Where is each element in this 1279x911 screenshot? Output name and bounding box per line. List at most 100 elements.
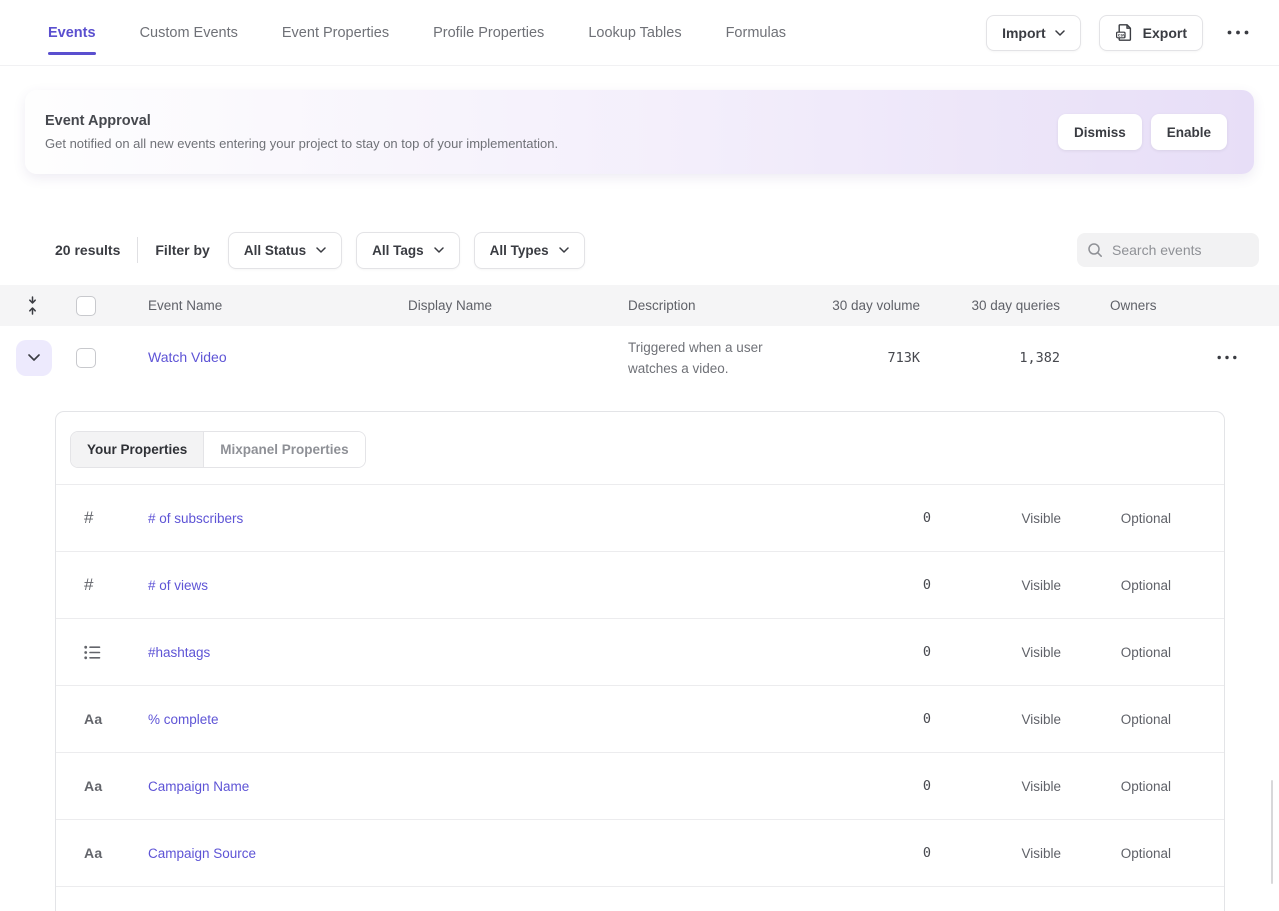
- collapse-row-button[interactable]: [16, 340, 52, 376]
- tab-custom-events-label: Custom Events: [140, 25, 238, 41]
- properties-tabbar: Your Properties Mixpanel Properties: [56, 412, 1224, 485]
- property-name-link[interactable]: % complete: [148, 712, 811, 727]
- property-queries: 0: [811, 577, 931, 593]
- nav-actions: Import csv Export: [986, 15, 1255, 51]
- property-name-link[interactable]: Campaign Source: [148, 846, 811, 861]
- property-name-link[interactable]: # of subscribers: [148, 511, 811, 526]
- banner-description: Get notified on all new events entering …: [45, 136, 558, 151]
- more-options-button[interactable]: [1221, 24, 1255, 41]
- column-owners: Owners: [1064, 298, 1160, 313]
- property-requirement: Optional: [1061, 712, 1171, 727]
- chevron-down-icon: [559, 247, 569, 253]
- filter-bar: 20 results Filter by All Status All Tags…: [55, 232, 1259, 268]
- property-queries: 0: [811, 845, 931, 861]
- types-filter-label: All Types: [490, 243, 549, 258]
- types-filter-dropdown[interactable]: All Types: [474, 232, 585, 269]
- tab-your-properties[interactable]: Your Properties: [71, 432, 204, 467]
- ellipsis-icon: [1217, 355, 1237, 360]
- tab-your-properties-label: Your Properties: [87, 442, 187, 457]
- event-properties-panel: Your Properties Mixpanel Properties # # …: [55, 411, 1225, 911]
- tags-filter-label: All Tags: [372, 243, 424, 258]
- chevron-down-icon: [316, 247, 326, 253]
- property-queries: 0: [811, 644, 931, 660]
- property-row: # # of subscribers 0 Visible Optional: [56, 485, 1224, 552]
- chevron-down-icon: [1055, 30, 1065, 36]
- collapse-rows-icon: [26, 296, 39, 315]
- property-row: Aa % complete 0 Visible Optional: [56, 686, 1224, 753]
- property-visibility: Visible: [931, 511, 1061, 526]
- property-requirement: Optional: [1061, 779, 1171, 794]
- property-name-link[interactable]: Campaign Name: [148, 779, 811, 794]
- export-button[interactable]: csv Export: [1099, 15, 1203, 51]
- property-row: Aa Campaign Source 0 Visible Optional: [56, 820, 1224, 887]
- text-type-icon: Aa: [56, 845, 148, 861]
- import-button[interactable]: Import: [986, 15, 1081, 51]
- tab-custom-events[interactable]: Custom Events: [140, 19, 238, 47]
- property-visibility: Visible: [931, 779, 1061, 794]
- import-button-label: Import: [1002, 25, 1046, 41]
- column-display-name: Display Name: [408, 298, 628, 313]
- status-filter-dropdown[interactable]: All Status: [228, 232, 342, 269]
- text-type-icon: Aa: [56, 778, 148, 794]
- collapse-all-button[interactable]: [26, 296, 39, 315]
- column-30-day-volume: 30 day volume: [820, 298, 924, 313]
- results-count: 20 results: [55, 242, 120, 258]
- events-table-header: Event Name Display Name Description 30 d…: [0, 285, 1279, 326]
- property-requirement: Optional: [1061, 645, 1171, 660]
- tab-events[interactable]: Events: [48, 19, 96, 47]
- tab-event-properties[interactable]: Event Properties: [282, 19, 389, 47]
- property-visibility: Visible: [931, 645, 1061, 660]
- tab-lookup-tables[interactable]: Lookup Tables: [588, 19, 681, 47]
- tab-mixpanel-properties[interactable]: Mixpanel Properties: [204, 432, 364, 467]
- chevron-down-icon: [434, 247, 444, 253]
- tab-events-label: Events: [48, 25, 96, 41]
- tab-formulas-label: Formulas: [726, 25, 786, 41]
- property-visibility: Visible: [931, 846, 1061, 861]
- ellipsis-icon: [1227, 30, 1249, 35]
- event-name-link[interactable]: Watch Video: [148, 349, 227, 365]
- property-requirement: Optional: [1061, 846, 1171, 861]
- enable-button[interactable]: Enable: [1151, 114, 1227, 150]
- tab-lookup-tables-label: Lookup Tables: [588, 25, 681, 41]
- text-type-icon: Aa: [56, 711, 148, 727]
- nav-tabs: Events Custom Events Event Properties Pr…: [48, 19, 786, 47]
- status-filter-label: All Status: [244, 243, 306, 258]
- property-name-link[interactable]: # of views: [148, 578, 811, 593]
- event-30-day-volume: 713K: [820, 350, 924, 366]
- search-events-input[interactable]: [1112, 242, 1242, 258]
- scrollbar[interactable]: [1271, 780, 1273, 884]
- divider: [137, 237, 138, 263]
- property-queries: 0: [811, 778, 931, 794]
- property-queries: 0: [811, 711, 931, 727]
- property-visibility: Visible: [931, 712, 1061, 727]
- list-type-icon: [56, 645, 148, 660]
- property-name-link[interactable]: #hashtags: [148, 645, 811, 660]
- column-event-name: Event Name: [108, 298, 408, 313]
- tab-mixpanel-properties-label: Mixpanel Properties: [220, 442, 348, 457]
- property-queries: 0: [811, 510, 931, 526]
- column-description: Description: [628, 298, 820, 313]
- property-visibility: Visible: [931, 578, 1061, 593]
- filter-by-label: Filter by: [155, 242, 209, 258]
- row-checkbox[interactable]: [76, 348, 96, 368]
- tab-event-properties-label: Event Properties: [282, 25, 389, 41]
- lexicon-events-page: Events Custom Events Event Properties Pr…: [0, 0, 1279, 911]
- property-row: #hashtags 0 Visible Optional: [56, 619, 1224, 686]
- banner-actions: Dismiss Enable: [1058, 114, 1227, 150]
- number-type-icon: #: [56, 508, 148, 528]
- tab-profile-properties[interactable]: Profile Properties: [433, 19, 544, 47]
- dismiss-button[interactable]: Dismiss: [1058, 114, 1142, 150]
- search-icon: [1087, 242, 1103, 258]
- select-all-checkbox[interactable]: [76, 296, 96, 316]
- csv-file-icon: csv: [1115, 23, 1134, 42]
- property-row: # # of views 0 Visible Optional: [56, 552, 1224, 619]
- tags-filter-dropdown[interactable]: All Tags: [356, 232, 460, 269]
- export-button-label: Export: [1143, 25, 1187, 41]
- search-events-box: [1077, 233, 1259, 267]
- tab-formulas[interactable]: Formulas: [726, 19, 786, 47]
- top-navigation: Events Custom Events Event Properties Pr…: [0, 0, 1279, 66]
- tab-profile-properties-label: Profile Properties: [433, 25, 544, 41]
- row-more-options-button[interactable]: [1211, 349, 1243, 366]
- banner-text: Event Approval Get notified on all new e…: [45, 113, 558, 151]
- property-row: Aa Campaign Name 0 Visible Optional: [56, 753, 1224, 820]
